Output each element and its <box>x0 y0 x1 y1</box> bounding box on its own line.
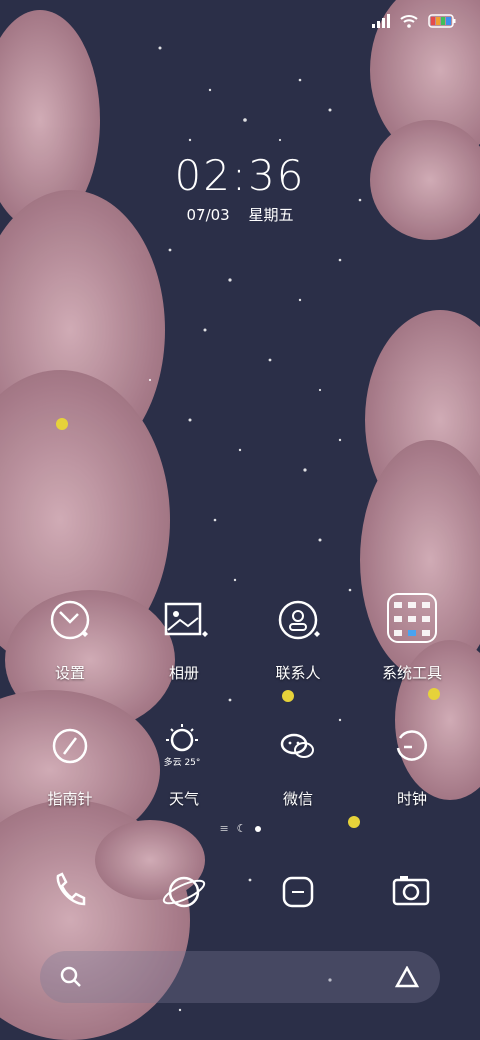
status-bar <box>372 10 456 32</box>
page-indicator[interactable]: ≡ ☾ <box>0 822 480 835</box>
assistant-icon[interactable] <box>394 966 420 988</box>
weekday-text: 星期五 <box>248 206 294 224</box>
app-label: 天气 <box>168 790 199 808</box>
app-system-tools-folder[interactable]: 系统工具 <box>352 590 472 683</box>
app-clock[interactable]: 时钟 <box>352 716 472 809</box>
clock-time: 02:36 <box>174 151 306 200</box>
signal-icon <box>372 14 390 28</box>
dock-messages[interactable] <box>238 862 358 926</box>
dock-phone[interactable] <box>10 862 130 926</box>
app-settings[interactable]: 设置 <box>10 590 130 683</box>
app-label: 联系人 <box>275 664 321 682</box>
phone-icon <box>56 872 86 906</box>
feed-page-icon: ≡ <box>219 822 229 835</box>
search-icon <box>60 966 81 987</box>
weather-summary: 多云 25° <box>164 756 201 768</box>
app-weather[interactable]: 多云 25° 天气 <box>124 716 244 809</box>
dock-camera[interactable] <box>352 862 472 926</box>
page-dot-active <box>254 825 261 832</box>
app-label: 相册 <box>168 664 199 682</box>
search-bar[interactable] <box>40 951 440 1003</box>
messages-icon <box>282 876 314 908</box>
browser-icon <box>162 876 206 908</box>
wechat-icon <box>280 733 314 758</box>
clock-date: 07/03 星期五 <box>0 204 480 225</box>
dock-browser[interactable] <box>124 862 244 926</box>
gallery-icon <box>164 602 208 637</box>
folder-icon <box>387 593 437 643</box>
app-label: 时钟 <box>396 790 427 808</box>
app-wechat[interactable]: 微信 <box>238 716 358 809</box>
camera-icon <box>392 876 430 906</box>
contact-icon <box>278 600 320 640</box>
moon-page-icon: ☾ <box>236 822 247 835</box>
app-label: 指南针 <box>47 790 93 808</box>
compass-icon <box>52 728 88 764</box>
app-compass[interactable]: 指南针 <box>10 716 130 809</box>
dock <box>0 862 480 922</box>
app-label: 系统工具 <box>381 664 442 682</box>
wifi-icon <box>400 15 418 28</box>
date-text: 07/03 <box>186 206 230 224</box>
app-label: 设置 <box>54 664 85 682</box>
home-clock-widget[interactable]: 02:36 07/03 星期五 <box>0 152 480 225</box>
wrench-icon <box>50 600 90 640</box>
app-gallery[interactable]: 相册 <box>124 590 244 683</box>
app-label: 微信 <box>282 790 313 808</box>
app-contacts[interactable]: 联系人 <box>238 590 358 683</box>
battery-icon <box>428 14 456 28</box>
clock-icon <box>396 730 427 761</box>
weather-icon: 多云 25° <box>164 724 201 768</box>
